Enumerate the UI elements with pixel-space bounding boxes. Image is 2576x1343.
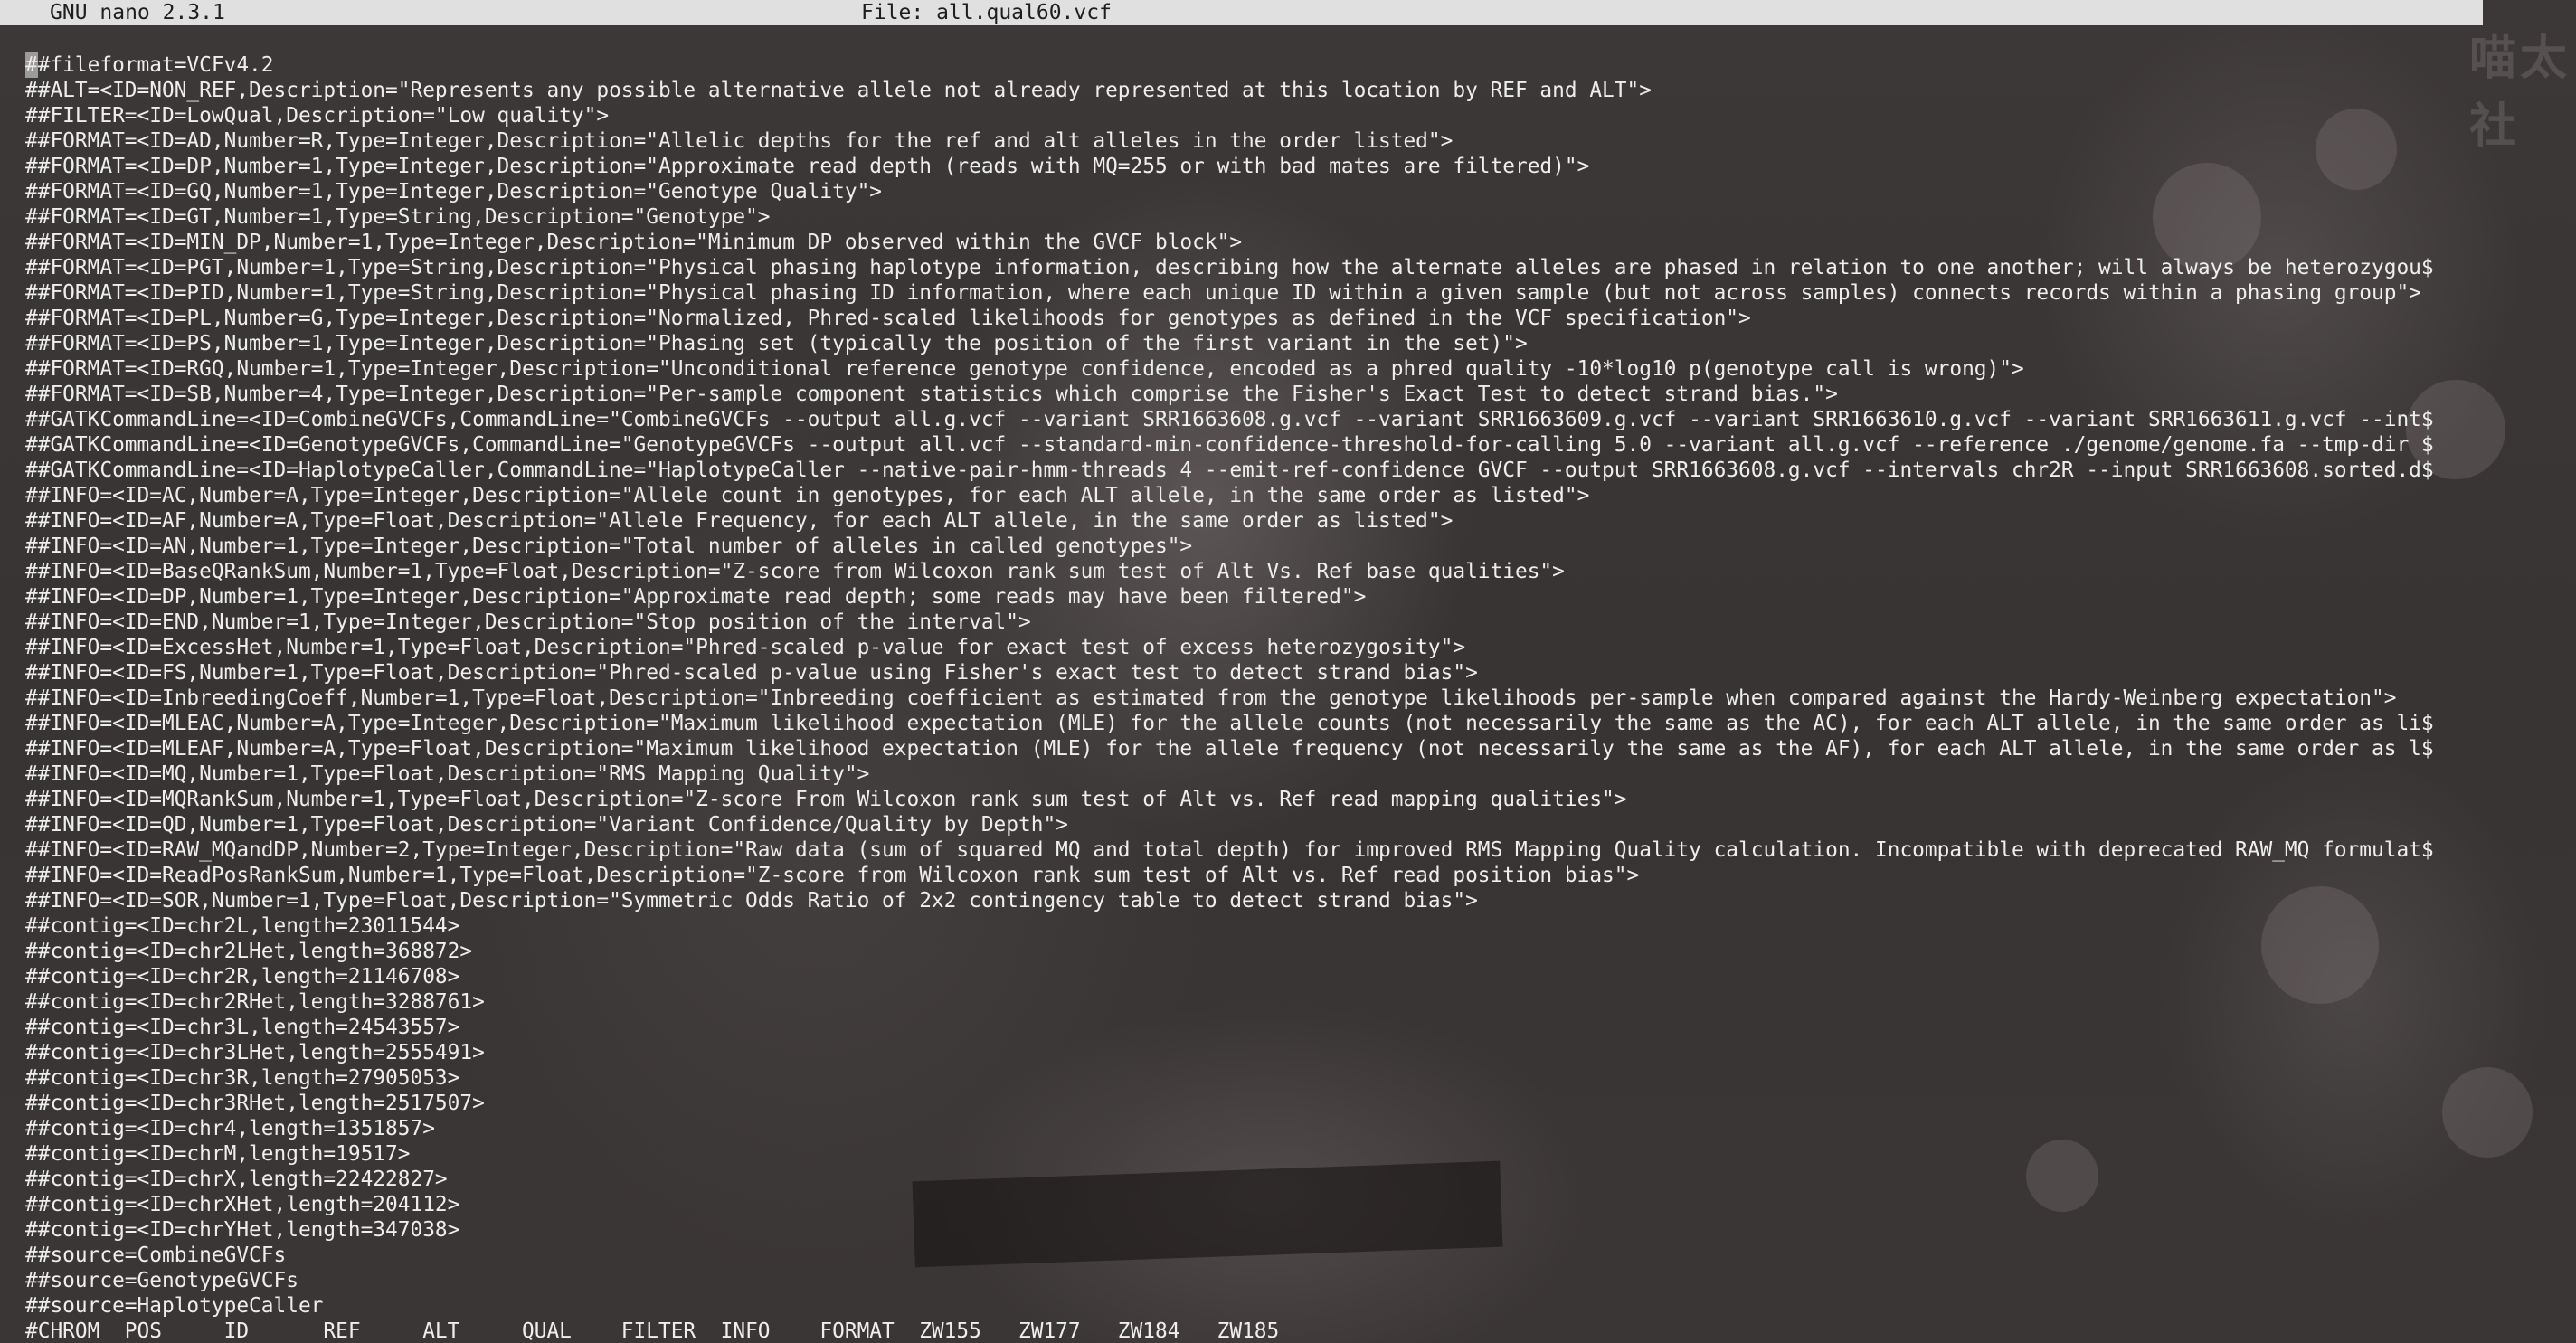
vcf-header-line[interactable]: ##FORMAT=<ID=GQ,Number=1,Type=Integer,De…	[25, 179, 2486, 204]
vcf-header-line[interactable]: ##INFO=<ID=AN,Number=1,Type=Integer,Desc…	[25, 534, 2486, 559]
vcf-header-line[interactable]: ##contig=<ID=chr2LHet,length=368872>	[25, 939, 2486, 964]
vcf-header-line[interactable]: ##INFO=<ID=AC,Number=A,Type=Integer,Desc…	[25, 483, 2486, 508]
vcf-header-line[interactable]: ##FILTER=<ID=LowQual,Description="Low qu…	[25, 103, 2486, 128]
vcf-header-line[interactable]: ##source=GenotypeGVCFs	[25, 1268, 2486, 1293]
vcf-header-line[interactable]: ##contig=<ID=chr4,length=1351857>	[25, 1116, 2486, 1141]
vcf-header-line[interactable]: ##FORMAT=<ID=GT,Number=1,Type=String,Des…	[25, 204, 2486, 230]
vcf-header-line[interactable]: ##contig=<ID=chrYHet,length=347038>	[25, 1217, 2486, 1243]
vcf-header-line[interactable]: ##INFO=<ID=END,Number=1,Type=Integer,Des…	[25, 610, 2486, 635]
vcf-header-line[interactable]: ##INFO=<ID=SOR,Number=1,Type=Float,Descr…	[25, 888, 2486, 913]
vcf-header-line[interactable]: ##contig=<ID=chr2R,length=21146708>	[25, 964, 2486, 989]
vcf-header-line[interactable]: ##GATKCommandLine=<ID=GenotypeGVCFs,Comm…	[25, 432, 2486, 458]
vcf-header-line[interactable]: ##contig=<ID=chr2L,length=23011544>	[25, 913, 2486, 939]
vcf-header-line[interactable]: ##contig=<ID=chr3L,length=24543557>	[25, 1015, 2486, 1040]
vcf-header-line[interactable]: ##INFO=<ID=InbreedingCoeff,Number=1,Type…	[25, 686, 2486, 711]
vcf-header-line[interactable]: ##ALT=<ID=NON_REF,Description="Represent…	[25, 78, 2486, 103]
vcf-header-line[interactable]: ##FORMAT=<ID=DP,Number=1,Type=Integer,De…	[25, 154, 2486, 179]
vcf-header-line[interactable]: ##INFO=<ID=FS,Number=1,Type=Float,Descri…	[25, 660, 2486, 686]
vcf-header-line[interactable]: ##contig=<ID=chrX,length=22422827>	[25, 1167, 2486, 1192]
vcf-header-line[interactable]: ##FORMAT=<ID=RGQ,Number=1,Type=Integer,D…	[25, 356, 2486, 382]
nano-title-bar: GNU nano 2.3.1 File: all.qual60.vcf	[0, 0, 2483, 25]
vcf-header-line[interactable]: ##INFO=<ID=BaseQRankSum,Number=1,Type=Fl…	[25, 559, 2486, 584]
vcf-header-line[interactable]: ##contig=<ID=chr2RHet,length=3288761>	[25, 989, 2486, 1015]
vcf-header-line[interactable]: ##FORMAT=<ID=PGT,Number=1,Type=String,De…	[25, 255, 2486, 280]
vcf-header-line[interactable]: ##GATKCommandLine=<ID=CombineGVCFs,Comma…	[25, 407, 2486, 432]
vcf-header-line[interactable]: ##INFO=<ID=MQ,Number=1,Type=Float,Descri…	[25, 761, 2486, 787]
vcf-header-line[interactable]: ##source=CombineGVCFs	[25, 1243, 2486, 1268]
vcf-header-line[interactable]: ##fileformat=VCFv4.2	[25, 52, 2486, 78]
vcf-header-line[interactable]: ##contig=<ID=chr3R,length=27905053>	[25, 1065, 2486, 1091]
vcf-header-line[interactable]: ##contig=<ID=chr3RHet,length=2517507>	[25, 1091, 2486, 1116]
vcf-header-line[interactable]: ##INFO=<ID=AF,Number=A,Type=Float,Descri…	[25, 508, 2486, 534]
vcf-header-line[interactable]: ##FORMAT=<ID=AD,Number=R,Type=Integer,De…	[25, 128, 2486, 154]
vcf-header-line[interactable]: ##contig=<ID=chr3LHet,length=2555491>	[25, 1040, 2486, 1065]
vcf-header-line[interactable]: ##INFO=<ID=MQRankSum,Number=1,Type=Float…	[25, 787, 2486, 812]
vcf-header-line[interactable]: ##INFO=<ID=DP,Number=1,Type=Integer,Desc…	[25, 584, 2486, 610]
vcf-header-line[interactable]: ##INFO=<ID=ReadPosRankSum,Number=1,Type=…	[25, 863, 2486, 888]
vcf-header-line[interactable]: ##FORMAT=<ID=MIN_DP,Number=1,Type=Intege…	[25, 230, 2486, 255]
vcf-header-line[interactable]: ##FORMAT=<ID=SB,Number=4,Type=Integer,De…	[25, 382, 2486, 407]
text-cursor	[25, 52, 38, 78]
vcf-header-line[interactable]: ##GATKCommandLine=<ID=HaplotypeCaller,Co…	[25, 458, 2486, 483]
vcf-header-line[interactable]: ##FORMAT=<ID=PS,Number=1,Type=Integer,De…	[25, 331, 2486, 356]
app-version-label: GNU nano 2.3.1	[50, 1, 225, 24]
vcf-header-line[interactable]: ##INFO=<ID=MLEAC,Number=A,Type=Integer,D…	[25, 711, 2486, 736]
vcf-header-line[interactable]: ##source=HaplotypeCaller	[25, 1293, 2486, 1319]
vcf-header-line[interactable]: ##INFO=<ID=QD,Number=1,Type=Float,Descri…	[25, 812, 2486, 837]
vcf-header-line[interactable]: ##FORMAT=<ID=PID,Number=1,Type=String,De…	[25, 280, 2486, 306]
vcf-column-header-line[interactable]: #CHROM POS ID REF ALT QUAL FILTER INFO F…	[25, 1319, 2486, 1343]
vcf-header-line[interactable]: ##INFO=<ID=MLEAF,Number=A,Type=Float,Des…	[25, 736, 2486, 761]
vcf-header-line[interactable]: ##INFO=<ID=ExcessHet,Number=1,Type=Float…	[25, 635, 2486, 660]
editor-text-area[interactable]: ##fileformat=VCFv4.2 ##ALT=<ID=NON_REF,De…	[25, 52, 2486, 1343]
file-name-label: File: all.qual60.vcf	[861, 1, 1112, 24]
vcf-header-line[interactable]: ##contig=<ID=chrXHet,length=204112>	[25, 1192, 2486, 1217]
vcf-header-line[interactable]: ##INFO=<ID=RAW_MQandDP,Number=2,Type=Int…	[25, 837, 2486, 863]
vcf-header-line[interactable]: ##FORMAT=<ID=PL,Number=G,Type=Integer,De…	[25, 306, 2486, 331]
vcf-header-line[interactable]: ##contig=<ID=chrM,length=19517>	[25, 1141, 2486, 1167]
